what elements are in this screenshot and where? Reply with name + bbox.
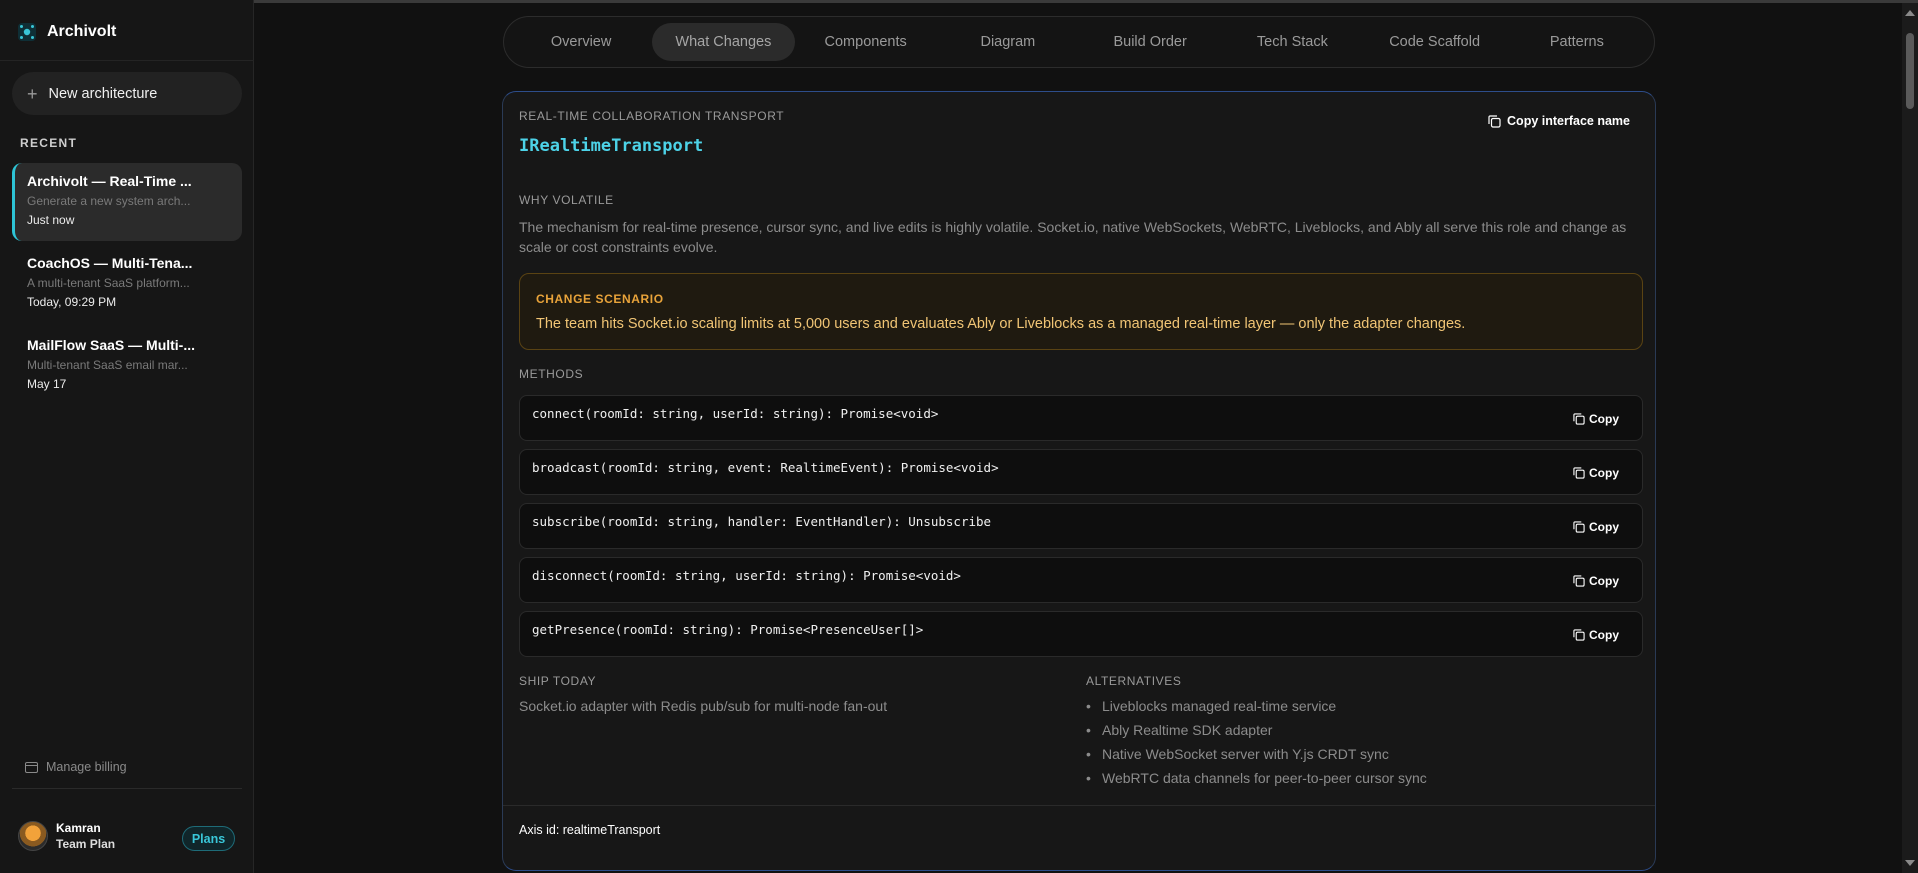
new-architecture-label: New architecture — [48, 85, 158, 102]
recent-item-title: Archivolt — Real-Time ... — [27, 173, 192, 189]
change-scenario-label: CHANGE SCENARIO — [536, 292, 664, 306]
plus-icon: + — [27, 83, 38, 104]
recent-item-subtitle: Generate a new system arch... — [27, 194, 191, 208]
plans-button[interactable]: Plans — [182, 826, 235, 851]
method-row: broadcast(roomId: string, event: Realtim… — [519, 449, 1643, 495]
copy-method-button[interactable]: Copy — [1573, 574, 1619, 588]
method-signature: disconnect(roomId: string, userId: strin… — [532, 568, 961, 583]
sidebar: Archivolt + New architecture RECENT Arch… — [0, 0, 254, 873]
window-top-border — [0, 0, 1918, 3]
copy-label: Copy — [1589, 520, 1619, 534]
scroll-up-icon[interactable] — [1905, 10, 1915, 16]
section-label: REAL-TIME COLLABORATION TRANSPORT — [519, 109, 785, 123]
user-profile[interactable]: Kamran Team Plan — [18, 821, 115, 851]
divider — [0, 60, 254, 61]
tab-tech-stack[interactable]: Tech Stack — [1221, 23, 1363, 61]
copy-icon — [1573, 521, 1585, 533]
why-volatile-label: WHY VOLATILE — [519, 193, 614, 207]
copy-icon — [1573, 629, 1585, 641]
recent-item-title: CoachOS — Multi-Tena... — [27, 255, 193, 271]
copy-method-button[interactable]: Copy — [1573, 520, 1619, 534]
method-row: connect(roomId: string, userId: string):… — [519, 395, 1643, 441]
recent-item-coachos[interactable]: CoachOS — Multi-Tena... A multi-tenant S… — [12, 245, 242, 323]
new-architecture-button[interactable]: + New architecture — [12, 72, 242, 115]
copy-interface-name-button[interactable]: Copy interface name — [1488, 114, 1630, 128]
why-volatile-text: The mechanism for real-time presence, cu… — [519, 219, 1627, 255]
recent-item-time: May 17 — [27, 377, 67, 391]
method-signature: getPresence(roomId: string): Promise<Pre… — [532, 622, 924, 637]
recent-item-archivolt[interactable]: Archivolt — Real-Time ... Generate a new… — [12, 163, 242, 241]
method-row: disconnect(roomId: string, userId: strin… — [519, 557, 1643, 603]
method-signature: connect(roomId: string, userId: string):… — [532, 406, 939, 421]
credit-card-icon — [25, 761, 38, 773]
methods-label: METHODS — [519, 367, 584, 381]
avatar — [18, 821, 48, 851]
method-signature: subscribe(roomId: string, handler: Event… — [532, 514, 992, 529]
list-item: Ably Realtime SDK adapter — [1086, 722, 1427, 746]
change-scenario-text: The team hits Socket.io scaling limits a… — [536, 316, 1466, 332]
alternatives-label: ALTERNATIVES — [1086, 674, 1182, 688]
recent-item-subtitle: Multi-tenant SaaS email mar... — [27, 358, 188, 372]
method-row: getPresence(roomId: string): Promise<Pre… — [519, 611, 1643, 657]
tab-components[interactable]: Components — [795, 23, 937, 61]
app-name: Archivolt — [47, 23, 117, 40]
manage-billing-label: Manage billing — [46, 760, 127, 774]
change-scenario-box: CHANGE SCENARIO The team hits Socket.io … — [519, 273, 1643, 350]
copy-interface-name-label: Copy interface name — [1507, 114, 1630, 128]
copy-method-button[interactable]: Copy — [1573, 412, 1619, 426]
alternatives-list: Liveblocks managed real-time service Abl… — [1086, 698, 1427, 794]
tab-patterns[interactable]: Patterns — [1506, 23, 1648, 61]
tab-build-order[interactable]: Build Order — [1079, 23, 1221, 61]
tab-bar: Overview What Changes Components Diagram… — [503, 16, 1655, 68]
copy-icon — [1488, 114, 1501, 128]
tab-overview[interactable]: Overview — [510, 23, 652, 61]
brand[interactable]: Archivolt — [17, 22, 116, 42]
recent-item-title: MailFlow SaaS — Multi-... — [27, 337, 196, 353]
method-row: subscribe(roomId: string, handler: Event… — [519, 503, 1643, 549]
list-item: WebRTC data channels for peer-to-peer cu… — [1086, 770, 1427, 794]
divider — [503, 805, 1655, 806]
page-scrollbar[interactable] — [1902, 3, 1918, 873]
ship-today-text: Socket.io adapter with Redis pub/sub for… — [519, 698, 888, 714]
interface-name: IRealtimeTransport — [519, 136, 704, 156]
list-item: Liveblocks managed real-time service — [1086, 698, 1427, 722]
method-signature: broadcast(roomId: string, event: Realtim… — [532, 460, 999, 475]
recent-item-mailflow[interactable]: MailFlow SaaS — Multi-... Multi-tenant S… — [12, 327, 242, 405]
manage-billing-link[interactable]: Manage billing — [25, 760, 127, 774]
copy-method-button[interactable]: Copy — [1573, 466, 1619, 480]
recent-item-time: Today, 09:29 PM — [27, 295, 117, 309]
scroll-thumb[interactable] — [1906, 33, 1914, 109]
recent-item-subtitle: A multi-tenant SaaS platform... — [27, 276, 190, 290]
tab-code-scaffold[interactable]: Code Scaffold — [1364, 23, 1506, 61]
copy-label: Copy — [1589, 412, 1619, 426]
copy-icon — [1573, 413, 1585, 425]
copy-method-button[interactable]: Copy — [1573, 628, 1619, 642]
list-item: Native WebSocket server with Y.js CRDT s… — [1086, 746, 1427, 770]
copy-icon — [1573, 467, 1585, 479]
tab-what-changes[interactable]: What Changes — [652, 23, 795, 61]
copy-label: Copy — [1589, 466, 1619, 480]
tab-diagram[interactable]: Diagram — [937, 23, 1079, 61]
copy-label: Copy — [1589, 628, 1619, 642]
recent-item-time: Just now — [27, 213, 75, 227]
divider — [12, 788, 242, 789]
scroll-down-icon[interactable] — [1905, 860, 1915, 866]
interface-card: REAL-TIME COLLABORATION TRANSPORT IRealt… — [502, 91, 1656, 871]
user-plan: Team Plan — [56, 837, 116, 851]
recent-heading: RECENT — [20, 136, 78, 150]
copy-label: Copy — [1589, 574, 1619, 588]
copy-icon — [1573, 575, 1585, 587]
archivolt-logo-icon — [18, 23, 36, 41]
user-name: Kamran — [56, 821, 101, 835]
ship-today-label: SHIP TODAY — [519, 674, 597, 688]
axis-id: Axis id: realtimeTransport — [519, 823, 661, 837]
